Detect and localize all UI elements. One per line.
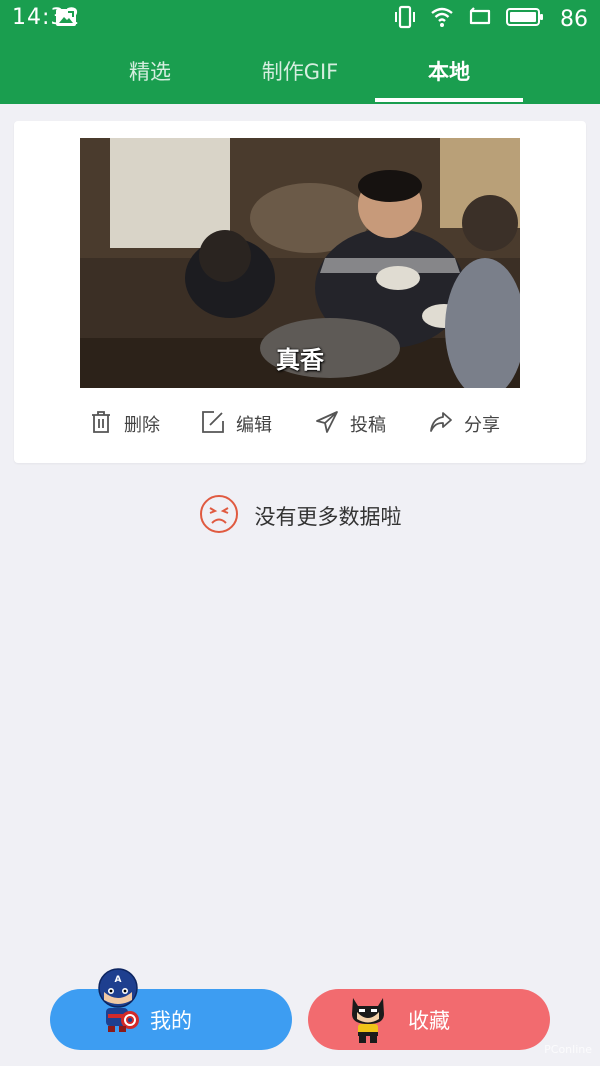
- delete-button[interactable]: 删除: [88, 409, 160, 439]
- share-button[interactable]: 分享: [428, 409, 500, 439]
- my-button[interactable]: 我的: [50, 989, 292, 1050]
- empty-message: 没有更多数据啦: [254, 505, 402, 529]
- vibrate-icon: [394, 5, 416, 33]
- tab-make-gif[interactable]: 制作GIF: [226, 38, 374, 104]
- status-icons: 86: [56, 5, 588, 33]
- battery-icon: [506, 7, 544, 31]
- sad-face-icon: [199, 494, 239, 539]
- tab-featured[interactable]: 精选: [76, 38, 224, 104]
- empty-state: 没有更多数据啦: [0, 493, 600, 539]
- gif-preview[interactable]: 真香: [80, 138, 520, 388]
- submit-button[interactable]: 投稿: [314, 409, 386, 439]
- share-icon: [428, 409, 454, 440]
- status-bar: 14:32 86: [0, 0, 600, 38]
- gif-card: 真香 删除 编辑 投稿 分享: [14, 121, 586, 463]
- submit-label: 投稿: [350, 415, 386, 436]
- screen-rotation-icon: [468, 6, 492, 32]
- wifi-icon: [430, 6, 454, 32]
- favorites-button[interactable]: 收藏: [308, 989, 550, 1050]
- card-actions: 删除 编辑 投稿 分享: [14, 399, 586, 449]
- my-button-label: 我的: [150, 1008, 192, 1033]
- battery-percent: 86: [560, 6, 588, 32]
- svg-text:A: A: [115, 975, 122, 985]
- app-header: 14:32 86 精选 制作GIF 本地: [0, 0, 600, 104]
- share-label: 分享: [464, 415, 500, 436]
- watermark: PConline: [544, 1043, 592, 1056]
- captain-america-mascot-icon: A: [94, 968, 144, 1038]
- tab-bar: 精选 制作GIF 本地: [0, 38, 600, 104]
- trash-icon: [88, 409, 114, 440]
- edit-icon: [200, 409, 226, 440]
- active-tab-indicator: [375, 98, 523, 102]
- batman-mascot-icon: [348, 994, 388, 1048]
- image-notification-icon: [54, 6, 78, 34]
- favorites-button-label: 收藏: [408, 1008, 450, 1033]
- edit-button[interactable]: 编辑: [200, 409, 272, 439]
- tab-local[interactable]: 本地: [375, 38, 523, 104]
- delete-label: 删除: [124, 415, 160, 436]
- edit-label: 编辑: [236, 415, 272, 436]
- gif-caption: 真香: [276, 346, 324, 374]
- send-icon: [314, 409, 340, 440]
